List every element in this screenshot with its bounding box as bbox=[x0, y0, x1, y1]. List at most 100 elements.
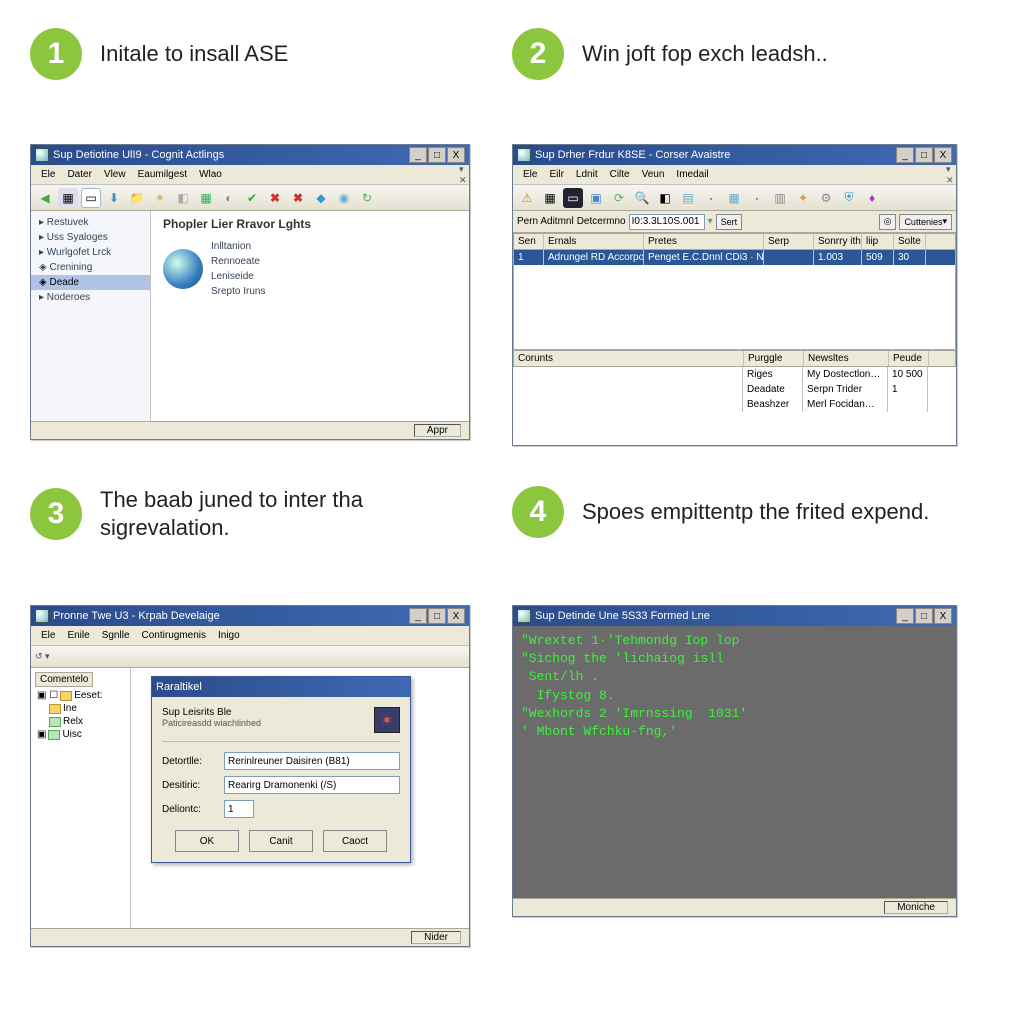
toolbar-icon[interactable]: ▦ bbox=[58, 188, 78, 208]
menu-overflow-icon[interactable]: ▾ ✕ bbox=[453, 164, 465, 186]
toolbar-icon[interactable]: ◆ bbox=[311, 188, 331, 208]
toolbar-icon[interactable]: ◧ bbox=[655, 188, 675, 208]
menu-item[interactable]: Ele bbox=[517, 169, 543, 180]
minimize-button[interactable]: _ bbox=[409, 608, 427, 624]
table-row[interactable]: DeadateSerpn Trider1 bbox=[513, 382, 956, 397]
link-item[interactable]: Srepto Iruns bbox=[211, 284, 265, 299]
text-input[interactable] bbox=[224, 776, 400, 794]
toolbar: ◀ ▦ ▭ ⬇ 📁 ✴ ◧ ▦ ◐ ✔ ✖ ✖ ◆ ◉ ↻ bbox=[31, 185, 469, 211]
folder-icon[interactable]: 📁 bbox=[127, 188, 147, 208]
menu-item[interactable]: Sgnlle bbox=[96, 630, 136, 641]
maximize-button[interactable]: □ bbox=[915, 147, 933, 163]
titlebar[interactable]: Sup Detiotine UlI9 - Cognit Actlings _ □… bbox=[31, 145, 469, 165]
document-icon[interactable]: ▭ bbox=[81, 188, 101, 208]
minimize-button[interactable]: _ bbox=[896, 608, 914, 624]
toolbar-icon[interactable]: ▦ bbox=[540, 188, 560, 208]
titlebar[interactable]: Sup Detinde Une 5S33 Formed Lne _ □ X bbox=[513, 606, 956, 626]
menu-item[interactable]: Eilr bbox=[543, 169, 569, 180]
tree-node[interactable]: ▣ Uisc bbox=[35, 728, 126, 741]
refresh-icon[interactable]: ↻ bbox=[357, 188, 377, 208]
tree-node[interactable]: Ine bbox=[35, 702, 126, 715]
menu-item[interactable]: Wlao bbox=[193, 169, 228, 180]
maximize-button[interactable]: □ bbox=[428, 608, 446, 624]
toolbar-icon[interactable]: ◐ bbox=[219, 188, 239, 208]
cancel-button[interactable]: Canit bbox=[249, 830, 313, 852]
link-item[interactable]: Leniseide bbox=[211, 269, 265, 284]
tree-node[interactable]: Relx bbox=[35, 715, 126, 728]
menu-item[interactable]: Ele bbox=[35, 630, 61, 641]
minimize-button[interactable]: _ bbox=[409, 147, 427, 163]
close-button[interactable]: X bbox=[447, 608, 465, 624]
delete-icon[interactable]: ✖ bbox=[265, 188, 285, 208]
menu-item[interactable]: Imedail bbox=[670, 169, 714, 180]
globe-icon[interactable]: ◉ bbox=[334, 188, 354, 208]
text-input[interactable] bbox=[224, 752, 400, 770]
maximize-button[interactable]: □ bbox=[915, 608, 933, 624]
sidebar-item[interactable]: ▸ Wurlgofet Lrck bbox=[31, 245, 150, 260]
table-row[interactable]: RigesMy Dostectlon…10 500 bbox=[513, 367, 956, 382]
sidebar-item-selected[interactable]: ◈ Deade bbox=[31, 275, 150, 290]
toolbar-icon[interactable]: · bbox=[701, 188, 721, 208]
sidebar-item[interactable]: ▸ Noderoes bbox=[31, 290, 150, 305]
maximize-button[interactable]: □ bbox=[428, 147, 446, 163]
warning-icon[interactable]: ⚠ bbox=[517, 188, 537, 208]
toolbar-button[interactable]: ◎ bbox=[879, 214, 897, 230]
toolbar-icon[interactable]: ⟳ bbox=[609, 188, 629, 208]
cancel-button[interactable]: Caoct bbox=[323, 830, 387, 852]
menu-item[interactable]: Contirugmenis bbox=[136, 630, 212, 641]
toolbar-icon[interactable]: ▥ bbox=[770, 188, 790, 208]
window-3: Pronne Twe U3 - Krpab Develaige _ □ X El… bbox=[30, 605, 470, 947]
check-icon[interactable]: ✔ bbox=[242, 188, 262, 208]
filter-input[interactable] bbox=[629, 214, 705, 230]
menu-item[interactable]: Enile bbox=[61, 630, 95, 641]
categories-button[interactable]: Cuttenies ▾ bbox=[899, 214, 952, 230]
close-button[interactable]: X bbox=[447, 147, 465, 163]
menu-item[interactable]: Dater bbox=[61, 169, 97, 180]
monitor-icon[interactable]: ▭ bbox=[563, 188, 583, 208]
minimize-button[interactable]: _ bbox=[896, 147, 914, 163]
sidebar-item[interactable]: ▸ Restuvek bbox=[31, 215, 150, 230]
menu-item[interactable]: Cilte bbox=[604, 169, 636, 180]
link-item[interactable]: Inlltanion bbox=[211, 239, 265, 254]
menu-item[interactable]: Inigo bbox=[212, 630, 246, 641]
menu-item[interactable]: Ele bbox=[35, 169, 61, 180]
text-input[interactable] bbox=[224, 800, 254, 818]
close-button[interactable]: X bbox=[934, 147, 952, 163]
titlebar[interactable]: Pronne Twe U3 - Krpab Develaige _ □ X bbox=[31, 606, 469, 626]
toolbar-icon[interactable]: ◧ bbox=[173, 188, 193, 208]
shield-icon[interactable]: ⛨ bbox=[839, 188, 859, 208]
ok-button[interactable]: OK bbox=[175, 830, 239, 852]
image-icon[interactable]: ▣ bbox=[586, 188, 606, 208]
menu-item[interactable]: Veun bbox=[636, 169, 671, 180]
terminal-output[interactable]: "Wrextet 1·'Tehmondg Iop lop "Sichog the… bbox=[513, 626, 956, 898]
close-button[interactable]: X bbox=[934, 608, 952, 624]
table-row[interactable]: BeashzerMerl Focidan… bbox=[513, 397, 956, 412]
window-2: Sup Drher Frdur K8SE - Corser Avaistre _… bbox=[512, 144, 957, 446]
back-icon[interactable]: ◀ bbox=[35, 188, 55, 208]
link-item[interactable]: Rennoeate bbox=[211, 254, 265, 269]
app-icon bbox=[517, 609, 531, 623]
toolbar-icon[interactable]: ✦ bbox=[793, 188, 813, 208]
toolbar-icon[interactable]: ✴ bbox=[150, 188, 170, 208]
toolbar-icon[interactable]: ▤ bbox=[678, 188, 698, 208]
menu-item[interactable]: Vlew bbox=[98, 169, 132, 180]
tree-node[interactable]: ▣ ☐ Eeset: bbox=[35, 689, 126, 702]
dialog-titlebar[interactable]: Raraltikel bbox=[152, 677, 410, 697]
filter-button[interactable]: Sert bbox=[716, 214, 743, 230]
sidebar-item[interactable]: ▸ Uss Syaloges bbox=[31, 230, 150, 245]
step-number-badge: 4 bbox=[512, 486, 564, 538]
toolbar-icon[interactable]: ⚙ bbox=[816, 188, 836, 208]
toolbar-icon[interactable]: ▦ bbox=[724, 188, 744, 208]
down-icon[interactable]: ⬇ bbox=[104, 188, 124, 208]
menu-overflow-icon[interactable]: ▾ ✕ bbox=[940, 164, 952, 186]
toolbar-icon[interactable]: ▦ bbox=[196, 188, 216, 208]
search-icon[interactable]: 🔍 bbox=[632, 188, 652, 208]
toolbar-icon[interactable]: ♦ bbox=[862, 188, 882, 208]
table-row-selected[interactable]: 1Adrungel RD Accorponletri-imPenget E.C.… bbox=[514, 250, 955, 265]
sidebar-item[interactable]: ◈ Crenining bbox=[31, 260, 150, 275]
menu-item[interactable]: Eaumilgest bbox=[132, 169, 193, 180]
toolbar-icon[interactable]: · bbox=[747, 188, 767, 208]
delete-icon[interactable]: ✖ bbox=[288, 188, 308, 208]
titlebar[interactable]: Sup Drher Frdur K8SE - Corser Avaistre _… bbox=[513, 145, 956, 165]
menu-item[interactable]: Ldnit bbox=[570, 169, 604, 180]
